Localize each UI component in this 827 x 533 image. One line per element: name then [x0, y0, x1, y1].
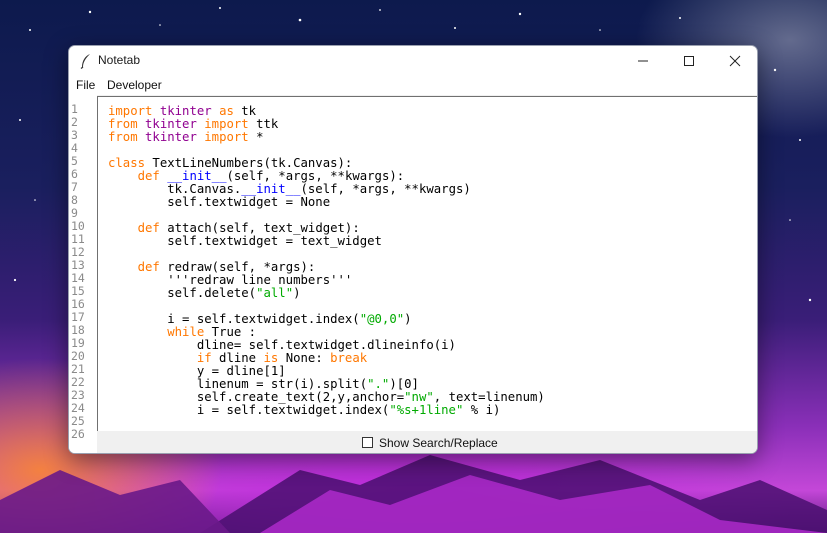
- code-token: ttk: [248, 117, 279, 131]
- code-token: tk: [233, 104, 257, 118]
- search-footer: Show Search/Replace: [97, 431, 757, 453]
- code-token: import: [108, 104, 160, 118]
- code-token: import: [204, 130, 249, 144]
- code-token: def: [137, 260, 168, 274]
- code-token: attach(self, text_widget):: [167, 221, 360, 235]
- code-token: i = self.textwidget.index(: [108, 403, 390, 417]
- notetab-window: Notetab File Developer 1 2 3 4 5 6 7 8 9 10 11 12 13…: [68, 45, 758, 454]
- window-title: Notetab: [98, 53, 141, 67]
- code-token: self.textwidget = text_widget: [108, 234, 382, 248]
- code-token: break: [330, 351, 368, 365]
- code-token: ): [404, 312, 412, 326]
- menu-file[interactable]: File: [76, 78, 95, 92]
- code-token: dline: [211, 351, 264, 365]
- code-line: from tkinter import *: [108, 131, 545, 144]
- code-token: from: [108, 130, 146, 144]
- code-token: if: [196, 351, 212, 365]
- code-token: self.delete(: [108, 286, 257, 300]
- code-token: "nw": [404, 390, 434, 404]
- menu-developer[interactable]: Developer: [107, 78, 162, 92]
- code-token: (self, *args, **kwargs):: [226, 169, 405, 183]
- code-token: redraw(self, *args):: [167, 260, 316, 274]
- code-token: "@0,0": [359, 312, 405, 326]
- code-line: self.textwidget = text_widget: [108, 235, 545, 248]
- code-token: import: [204, 117, 249, 131]
- code-editor[interactable]: import tkinter as tk from tkinter import …: [97, 96, 757, 431]
- code-text: import tkinter as tk from tkinter import …: [108, 105, 545, 431]
- code-token: None:: [278, 351, 331, 365]
- code-line: self.delete("all"): [108, 287, 545, 300]
- code-token: *: [248, 130, 264, 144]
- code-token: is: [263, 351, 279, 365]
- title-bar[interactable]: Notetab: [69, 46, 757, 75]
- code-token: i = self.textwidget.index(: [108, 312, 360, 326]
- line-number-gutter: 1 2 3 4 5 6 7 8 9 10 11 12 13 14 15 16 17 18 19 20 21 22 23 24 2…: [69, 95, 97, 453]
- show-search-label[interactable]: Show Search/Replace: [379, 436, 498, 450]
- close-icon: [729, 55, 741, 66]
- code-token: y = dline[1]: [108, 364, 286, 378]
- close-button[interactable]: [712, 46, 757, 75]
- code-token: self.create_text(2,y,anchor=: [108, 390, 405, 404]
- code-token: , text=linenum): [433, 390, 545, 404]
- code-token: linenum = str(i).split(: [108, 377, 368, 391]
- minimize-icon: [638, 60, 648, 61]
- code-token: while: [167, 325, 205, 339]
- code-token: __init__: [167, 169, 227, 183]
- editor-area: 1 2 3 4 5 6 7 8 9 10 11 12 13 14 15 16 17 18 19 20 21 22 23 24 2…: [69, 95, 757, 453]
- code-token: tkinter: [145, 117, 205, 131]
- code-token: tkinter: [159, 104, 220, 118]
- menu-bar: File Developer: [69, 75, 757, 95]
- code-token: ".": [367, 377, 390, 391]
- code-token: tk.Canvas.: [108, 182, 242, 196]
- code-token: as: [219, 104, 234, 118]
- line-number: 26: [71, 427, 85, 441]
- code-token: ): [293, 286, 301, 300]
- show-search-checkbox[interactable]: [362, 437, 373, 448]
- code-line: self.textwidget = None: [108, 196, 545, 209]
- code-token: dline= self.textwidget.dlineinfo(i): [108, 338, 456, 352]
- code-token: )[0]: [389, 377, 419, 391]
- code-token: from: [108, 117, 146, 131]
- code-token: '''redraw line numbers''': [108, 273, 353, 287]
- code-token: True :: [204, 325, 257, 339]
- code-token: TextLineNumbers(tk.Canvas):: [152, 156, 353, 170]
- code-token: def: [137, 221, 168, 235]
- code-token: "%s+1line": [389, 403, 464, 417]
- code-token: (self, *args, **kwargs): [300, 182, 471, 196]
- code-token: "all": [256, 286, 294, 300]
- code-token: __init__: [241, 182, 301, 196]
- code-token: self.textwidget = None: [108, 195, 331, 209]
- code-token: class: [108, 156, 153, 170]
- code-token: % i): [463, 403, 501, 417]
- code-token: def: [137, 169, 168, 183]
- minimize-button[interactable]: [620, 46, 666, 75]
- maximize-button[interactable]: [666, 46, 712, 75]
- code-line: i = self.textwidget.index("%s+1line" % i…: [108, 404, 545, 417]
- feather-icon: [80, 54, 90, 69]
- code-token: tkinter: [145, 130, 205, 144]
- maximize-icon: [684, 55, 694, 66]
